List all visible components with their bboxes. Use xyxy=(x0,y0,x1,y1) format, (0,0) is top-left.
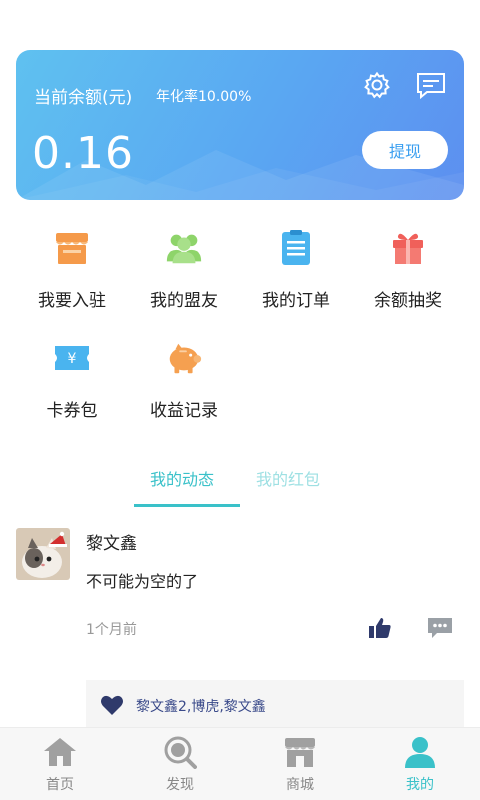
balance-amount: 0.16 xyxy=(32,128,134,179)
nav-label: 我的 xyxy=(406,777,434,793)
annual-rate: 年化率10.00% xyxy=(156,89,252,105)
withdraw-button[interactable]: 提现 xyxy=(362,131,448,169)
feature-coupons[interactable]: ¥ 卡券包 xyxy=(16,338,128,421)
feature-earnings[interactable]: 收益记录 xyxy=(128,338,240,421)
post-time: 1个月前 xyxy=(86,622,137,638)
heart-icon xyxy=(101,695,123,715)
discover-icon xyxy=(160,734,200,770)
feature-label: 我的订单 xyxy=(262,291,330,311)
nav-label: 首页 xyxy=(46,777,74,793)
svg-text:¥: ¥ xyxy=(68,351,77,367)
nav-home[interactable]: 首页 xyxy=(0,728,120,800)
nav-label: 发现 xyxy=(166,777,194,793)
comment-icon[interactable] xyxy=(426,615,454,641)
balance-card: 当前余额(元) 年化率10.00% 0.16 提现 xyxy=(16,50,464,200)
bottom-nav: 首页 发现 商城 我的 xyxy=(0,727,480,800)
feature-label: 收益记录 xyxy=(150,401,218,421)
feature-orders[interactable]: 我的订单 xyxy=(240,228,352,311)
tab-my-activity[interactable]: 我的动态 xyxy=(150,466,214,490)
coupon-icon: ¥ xyxy=(52,338,92,378)
likes-names[interactable]: 黎文鑫2,博虎,黎文鑫 xyxy=(136,696,266,716)
likes-list: 黎文鑫2,博虎,黎文鑫 xyxy=(86,680,464,730)
feature-label: 我要入驻 xyxy=(38,291,106,311)
nav-discover[interactable]: 发现 xyxy=(120,728,240,800)
piggy-bank-icon xyxy=(164,338,204,378)
feature-label: 余额抽奖 xyxy=(374,291,442,311)
active-tab-indicator xyxy=(134,504,240,507)
friends-icon xyxy=(164,228,204,268)
shop-icon xyxy=(280,734,320,770)
order-list-icon xyxy=(276,228,316,268)
thumbs-up-icon[interactable] xyxy=(366,614,394,642)
feature-label: 我的盟友 xyxy=(150,291,218,311)
feature-label: 卡券包 xyxy=(46,401,98,421)
nav-label: 商城 xyxy=(286,777,314,793)
feature-join[interactable]: 我要入驻 xyxy=(16,228,128,311)
message-icon[interactable] xyxy=(414,68,448,102)
profile-icon xyxy=(400,734,440,770)
home-icon xyxy=(40,734,80,770)
store-icon xyxy=(52,228,92,268)
nav-shop[interactable]: 商城 xyxy=(240,728,360,800)
avatar[interactable] xyxy=(16,528,70,580)
gift-icon xyxy=(388,228,428,268)
nav-profile[interactable]: 我的 xyxy=(360,728,480,800)
post-text: 不可能为空的了 xyxy=(86,572,199,591)
feature-allies[interactable]: 我的盟友 xyxy=(128,228,240,311)
tab-my-red-packets[interactable]: 我的红包 xyxy=(256,466,320,490)
balance-label: 当前余额(元) xyxy=(34,88,133,108)
feature-lottery[interactable]: 余额抽奖 xyxy=(352,228,464,311)
post-author[interactable]: 黎文鑫 xyxy=(86,529,137,554)
gear-icon[interactable] xyxy=(360,68,394,102)
